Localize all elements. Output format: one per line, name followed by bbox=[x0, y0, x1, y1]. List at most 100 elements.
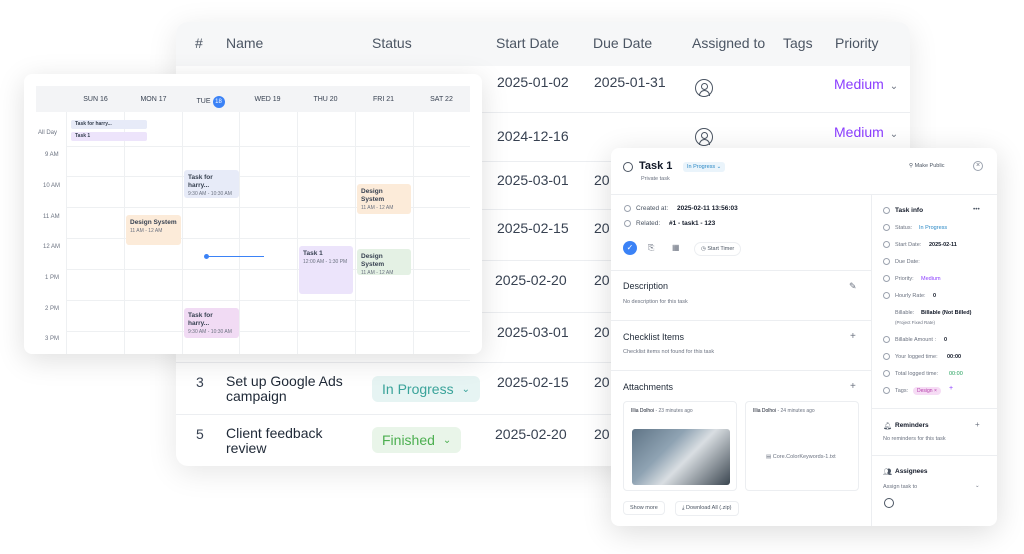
chevron-down-icon[interactable]: ⌄ bbox=[975, 483, 980, 489]
calendar-event[interactable]: Design System 11 AM - 12 AM bbox=[357, 249, 411, 276]
grid-line bbox=[124, 112, 125, 354]
tag-label: Design bbox=[917, 388, 933, 394]
col-num[interactable]: # bbox=[195, 35, 203, 51]
calendar-event[interactable]: Design System 11 AM - 12 AM bbox=[357, 184, 411, 214]
due-date: 20 bbox=[594, 220, 610, 236]
add-attachment-icon[interactable]: + bbox=[850, 381, 856, 392]
avatar-icon[interactable] bbox=[695, 128, 713, 146]
section-divider bbox=[611, 320, 871, 321]
day-header-wed[interactable]: WED 19 bbox=[239, 96, 296, 103]
mark-complete-icon[interactable]: ✓ bbox=[623, 241, 637, 255]
add-reminder-icon[interactable]: + bbox=[975, 420, 980, 429]
start-date: 2025-01-02 bbox=[497, 74, 569, 90]
col-status[interactable]: Status bbox=[372, 35, 412, 51]
info-start-value[interactable]: 2025-02-11 bbox=[929, 242, 957, 248]
download-all-button[interactable]: ⤓ Download All (.zip) bbox=[675, 501, 739, 516]
reminders-title: Reminders bbox=[895, 422, 929, 429]
task-title: Task 1 bbox=[639, 160, 673, 172]
time-label: 12 AM bbox=[43, 244, 61, 250]
info-due-label[interactable]: Due Date: bbox=[895, 259, 920, 265]
col-priority[interactable]: Priority bbox=[835, 35, 879, 51]
attachment-user: Illia Dolhoi bbox=[753, 408, 777, 414]
tag-chip[interactable]: Design × bbox=[913, 387, 941, 395]
download-all-label: Download All (.zip) bbox=[685, 505, 732, 511]
col-due-date[interactable]: Due Date bbox=[593, 35, 652, 51]
time-label: 11 AM bbox=[43, 214, 60, 220]
add-tag-icon[interactable]: + bbox=[949, 385, 953, 392]
priority-dropdown[interactable]: Medium ⌄ bbox=[834, 76, 898, 92]
calendar-event[interactable]: Task for harry... bbox=[71, 120, 147, 129]
col-start-date[interactable]: Start Date bbox=[496, 35, 559, 51]
assignee-avatar-icon[interactable] bbox=[884, 498, 894, 508]
task-name[interactable]: Set up Google Ads campaign bbox=[226, 374, 356, 404]
col-tags[interactable]: Tags bbox=[783, 35, 813, 51]
calendar-event[interactable]: Task 1 12:00 AM - 1:30 PM bbox=[299, 246, 353, 294]
event-title: Task for harry... bbox=[188, 312, 213, 327]
time-label: 10 AM bbox=[43, 183, 61, 189]
info-status-label: Status: bbox=[895, 225, 913, 231]
users-icon: 👥︎ bbox=[883, 469, 892, 476]
hourly-value: 0 bbox=[933, 293, 937, 299]
tags-label: Tags: bbox=[895, 388, 909, 394]
checklist-title: Checklist Items bbox=[623, 332, 685, 342]
priority-value: Medium bbox=[834, 76, 884, 92]
calendar-event[interactable]: Task 1 bbox=[71, 132, 147, 141]
close-icon[interactable]: × bbox=[973, 161, 983, 171]
more-options-icon[interactable]: ••• bbox=[973, 206, 980, 213]
related-value[interactable]: #1 - task1 - 123 bbox=[669, 220, 715, 227]
day-header-tue[interactable]: TUE 18 bbox=[182, 96, 239, 108]
day-header-fri[interactable]: FRI 21 bbox=[355, 96, 412, 103]
info-status-value[interactable]: In Progress bbox=[919, 225, 947, 231]
add-checklist-icon[interactable]: + bbox=[850, 331, 856, 342]
make-public-button[interactable]: ⚲ Make Public bbox=[909, 163, 945, 169]
status-badge[interactable]: In Progress ⌄ bbox=[683, 162, 726, 172]
calendar-icon[interactable]: ▦ bbox=[672, 243, 680, 252]
event-title: Task for harry... bbox=[188, 174, 213, 189]
day-header-sat[interactable]: SAT 22 bbox=[413, 96, 470, 103]
start-date: 2024-12-16 bbox=[497, 128, 569, 144]
attach-icon[interactable]: ⎘ bbox=[648, 243, 654, 253]
avatar-icon[interactable] bbox=[695, 79, 713, 97]
attachment-card[interactable]: Illia Dolhoi - 24 minutes ago ▤ Core.Col… bbox=[745, 401, 859, 491]
assignees-title: Assignees bbox=[895, 468, 928, 475]
edit-icon[interactable]: ✎ bbox=[849, 281, 857, 292]
tag-icon bbox=[883, 387, 890, 394]
current-time-line bbox=[206, 256, 264, 257]
calendar-event[interactable]: Design System 11 AM - 12 AM bbox=[126, 215, 181, 245]
priority-dropdown[interactable]: Medium ⌄ bbox=[834, 124, 898, 140]
event-time: 12:00 AM - 1:30 PM bbox=[303, 259, 348, 265]
calendar-event[interactable]: Task for harry... 9:30 AM - 10:30 AM bbox=[184, 170, 239, 198]
checklist-empty: Checklist items not found for this task bbox=[623, 349, 715, 355]
status-dropdown[interactable]: Finished ⌄ bbox=[372, 427, 462, 453]
status-dropdown[interactable]: In Progress ⌄ bbox=[372, 376, 480, 402]
billable-value: Billable (Not Billed) bbox=[921, 310, 972, 316]
priority-value: Medium bbox=[834, 124, 884, 140]
event-time: 11 AM - 12 AM bbox=[361, 270, 394, 276]
show-more-button[interactable]: Show more bbox=[623, 501, 665, 515]
tag-remove-icon[interactable]: × bbox=[934, 388, 937, 394]
due-date: 20 bbox=[594, 272, 610, 288]
day-header-mon[interactable]: MON 17 bbox=[125, 96, 182, 103]
day-header-thu[interactable]: THU 20 bbox=[297, 96, 354, 103]
attachments-title: Attachments bbox=[623, 382, 674, 392]
today-badge: 18 bbox=[212, 96, 225, 108]
clock-icon bbox=[883, 370, 890, 377]
event-time: 9:30 AM - 10:30 AM bbox=[188, 329, 232, 335]
assign-select[interactable]: Assign task to bbox=[883, 484, 917, 490]
due-date: 20 bbox=[594, 172, 610, 188]
info-priority-value[interactable]: Medium bbox=[921, 276, 941, 282]
info-start-label: Start Date: bbox=[895, 242, 922, 248]
start-timer-button[interactable]: ◷ Start Timer bbox=[694, 242, 742, 256]
attachment-card[interactable]: Illia Dolhoi - 23 minutes ago bbox=[623, 401, 737, 491]
col-assigned-to[interactable]: Assigned to bbox=[692, 35, 765, 51]
grid-line bbox=[355, 112, 356, 354]
col-name[interactable]: Name bbox=[226, 35, 263, 51]
day-header-sun[interactable]: SUN 16 bbox=[67, 96, 124, 103]
task-check-icon[interactable] bbox=[623, 162, 633, 172]
task-name[interactable]: Client feedback review bbox=[226, 426, 356, 456]
attachment-image bbox=[632, 429, 730, 485]
section-divider bbox=[871, 408, 997, 409]
calendar-event[interactable]: Task for harry... 9:30 AM - 10:30 AM bbox=[184, 308, 239, 338]
task-info-title: Task info bbox=[895, 207, 924, 214]
created-value: 2025-02-11 13:56:03 bbox=[677, 205, 738, 212]
